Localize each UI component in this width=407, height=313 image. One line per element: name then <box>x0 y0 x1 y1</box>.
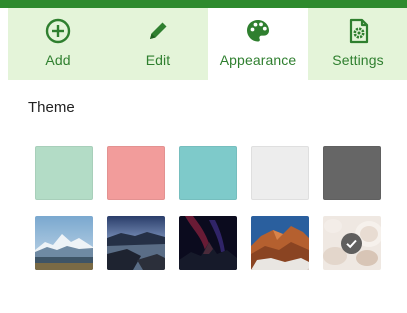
theme-color-teal[interactable] <box>179 146 237 200</box>
tab-settings-label: Settings <box>332 52 384 68</box>
plus-circle-icon <box>45 18 71 44</box>
gear-document-icon <box>349 18 369 44</box>
mountain-lake-image <box>35 216 93 270</box>
theme-image-red-rock-canyon[interactable] <box>251 216 309 270</box>
theme-image-seashells[interactable] <box>323 216 381 270</box>
theme-color-mint[interactable] <box>35 146 93 200</box>
tab-edit-label: Edit <box>145 52 171 68</box>
rocky-coast-image <box>107 216 165 270</box>
theme-heading: Theme <box>28 99 75 116</box>
tab-edit[interactable]: Edit <box>108 8 208 80</box>
tab-settings[interactable]: Settings <box>308 8 407 80</box>
theme-color-dark-gray[interactable] <box>323 146 381 200</box>
canyon-image <box>251 216 309 270</box>
selected-check-icon <box>341 233 362 254</box>
tab-add[interactable]: Add <box>8 8 108 80</box>
theme-image-aurora-mountain-night[interactable] <box>179 216 237 270</box>
tab-add-label: Add <box>45 52 71 68</box>
pencil-icon <box>150 22 167 39</box>
palette-icon <box>247 20 269 42</box>
tab-appearance-label: Appearance <box>219 52 297 68</box>
theme-color-light-gray[interactable] <box>251 146 309 200</box>
theme-image-rocky-coast-sunset[interactable] <box>107 216 165 270</box>
tab-appearance[interactable]: Appearance <box>208 8 308 80</box>
aurora-night-image <box>179 216 237 270</box>
toolbar-tabs: Add Edit Appearance Settings <box>8 8 407 80</box>
theme-image-snowy-mountain-lake[interactable] <box>35 216 93 270</box>
theme-color-salmon[interactable] <box>107 146 165 200</box>
top-accent-bar <box>0 0 407 8</box>
